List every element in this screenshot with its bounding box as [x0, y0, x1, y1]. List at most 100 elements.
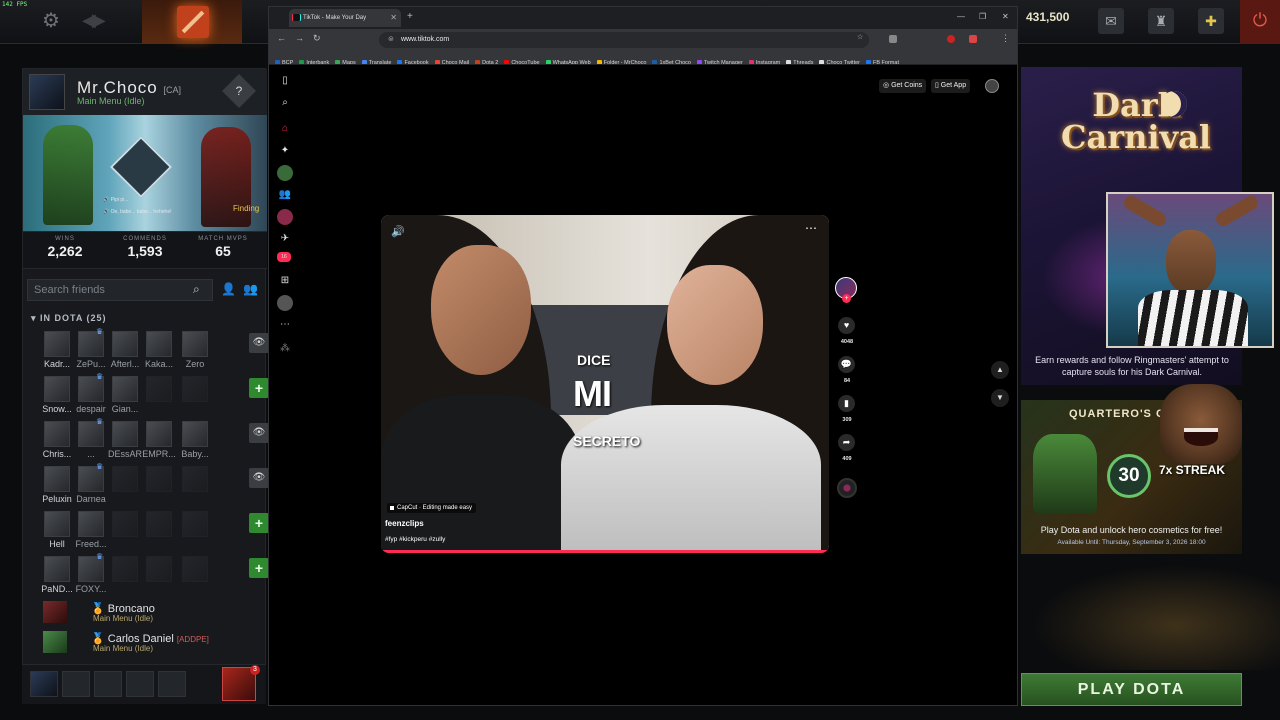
search-icon[interactable]: ⌕	[193, 282, 200, 297]
activity-icon[interactable]: ⁂	[277, 341, 293, 357]
search-icon[interactable]: ⌕	[277, 95, 293, 111]
video-username[interactable]: feenzclips	[385, 519, 424, 528]
extension-adblock-icon[interactable]	[969, 35, 977, 43]
collapse-sidebar-icon[interactable]: ▯	[277, 73, 293, 89]
party-slot-empty[interactable]	[94, 671, 122, 697]
party-slot-empty[interactable]	[158, 671, 186, 697]
friend-tile[interactable]	[139, 556, 179, 584]
next-video-icon[interactable]: ▼	[991, 389, 1009, 407]
more-options-icon[interactable]: ⋯	[805, 221, 817, 235]
bookmark-item[interactable]: Facebook	[397, 56, 429, 64]
spectate-eye-icon[interactable]: 👁	[249, 333, 269, 353]
music-disc-icon[interactable]	[837, 478, 857, 498]
friend-tile[interactable]	[139, 376, 179, 404]
bookmark-item[interactable]: Choco Mail	[434, 56, 469, 64]
upload-icon[interactable]: ⊞	[277, 273, 293, 289]
inbox-badge[interactable]: 16	[277, 252, 291, 262]
hero-banner[interactable]: 🔊 Pipi pi... 🔊 Oe, babe... babe... heheh…	[23, 115, 267, 231]
tab-tiktok[interactable]: TikTok - Make Your Day ✕	[289, 9, 401, 27]
volume-icon[interactable]: 🔊	[391, 225, 405, 238]
extension-record-icon[interactable]	[947, 35, 955, 43]
extension-icon[interactable]	[889, 35, 897, 43]
friend-tile[interactable]	[139, 466, 179, 494]
bookmark-item[interactable]: Maps	[335, 56, 356, 64]
bookmark-item[interactable]: Interbank	[299, 56, 329, 64]
new-tab-icon[interactable]: +	[407, 11, 413, 22]
mail-icon[interactable]: ✉	[1098, 8, 1124, 34]
friend-tile[interactable]	[175, 511, 215, 539]
group-header-in-dota[interactable]: ▾ IN DOTA (25)	[31, 313, 107, 324]
bookmark-item[interactable]: Translate	[361, 56, 391, 64]
avatar[interactable]	[29, 74, 65, 110]
friends-icon[interactable]: 👥	[277, 187, 293, 203]
reload-icon[interactable]: ↻	[313, 33, 321, 44]
voice-line-1[interactable]: 🔊 Pipi pi...	[103, 197, 183, 203]
bookmark-item[interactable]: Instagram	[748, 56, 780, 64]
settings-gear-icon[interactable]: ⚙	[42, 10, 64, 32]
party-slot-empty[interactable]	[126, 671, 154, 697]
user-avatar[interactable]	[985, 79, 999, 93]
friend-tile[interactable]: Zero	[175, 331, 215, 369]
voice-line-2[interactable]: 🔊 Oe, babe... babe... hehehe!	[103, 209, 183, 215]
live-avatar-icon[interactable]	[277, 209, 293, 225]
power-icon[interactable]: ⏻	[1240, 0, 1280, 44]
profile-icon[interactable]	[277, 295, 293, 311]
party-avatar-self[interactable]	[30, 671, 58, 697]
bookmark-icon[interactable]: ▮	[838, 395, 855, 412]
armory-icon[interactable]: ♜	[1148, 8, 1174, 34]
plus-icon[interactable]: ✚	[1198, 8, 1224, 34]
friend-row-carlos-daniel[interactable]: 🏅 Carlos Daniel [ADDPE] Main Menu (Idle)	[43, 631, 253, 655]
video-progress-bar[interactable]	[381, 550, 829, 553]
invite-plus-button[interactable]: +	[249, 558, 269, 578]
get-coins-button[interactable]: ◎ Get Coins	[879, 79, 927, 93]
friend-tile[interactable]	[175, 376, 215, 404]
bookmark-item[interactable]: 1xBet Choco	[652, 56, 691, 64]
bookmark-item[interactable]: Threads	[786, 56, 813, 64]
bookmark-item[interactable]: Folder - MrChoco	[596, 56, 646, 64]
follow-plus-icon[interactable]: +	[842, 294, 851, 303]
back-arrows-icon[interactable]: ◀▶	[82, 10, 106, 31]
get-app-button[interactable]: ▯ Get App	[931, 79, 971, 93]
bookmark-item[interactable]: ChocoTube	[504, 56, 540, 64]
invite-plus-button[interactable]: +	[249, 513, 269, 533]
bookmark-item[interactable]: FB Format	[866, 56, 899, 64]
back-icon[interactable]: ←	[277, 33, 286, 43]
site-info-icon[interactable]: ⊜	[388, 32, 394, 48]
explore-icon[interactable]: ✦	[277, 143, 293, 159]
invite-plus-button[interactable]: +	[249, 378, 269, 398]
bookmark-star-icon[interactable]: ☆	[857, 33, 863, 41]
previous-video-icon[interactable]: ▲	[991, 361, 1009, 379]
search-friends-input[interactable]	[27, 279, 213, 301]
following-avatar-icon[interactable]	[277, 165, 293, 181]
friend-row-broncano[interactable]: 🏅 Broncano Main Menu (Idle)	[43, 601, 253, 625]
comment-icon[interactable]: 💬	[838, 356, 855, 373]
capcut-badge[interactable]: CapCut · Editing made easy	[387, 503, 477, 513]
close-window-icon[interactable]: ✕	[1002, 12, 1009, 21]
bookmark-item[interactable]: BCP	[275, 56, 293, 64]
messages-icon[interactable]: ✈	[277, 231, 293, 247]
maximize-icon[interactable]: ❐	[979, 12, 986, 21]
bookmark-item[interactable]: Choco Twitter	[819, 56, 860, 64]
friend-tile[interactable]	[175, 466, 215, 494]
profile-name[interactable]: Mr.Choco [CA]	[77, 78, 181, 98]
play-dota-button[interactable]: PLAY DOTA	[1021, 673, 1242, 706]
friend-tile[interactable]	[139, 511, 179, 539]
spectate-eye-icon[interactable]: 👁	[249, 423, 269, 443]
friend-tile[interactable]: Kaka...	[139, 331, 179, 369]
friend-tile[interactable]: Baby...	[175, 421, 215, 459]
friends-list-icon[interactable]: 👥	[243, 282, 258, 296]
bookmark-item[interactable]: WhatsApp Web	[545, 56, 591, 64]
like-icon[interactable]: ♥	[838, 317, 855, 334]
video-hashtags[interactable]: #fyp #kickperu #zully	[385, 536, 445, 543]
party-slot-empty[interactable]	[62, 671, 90, 697]
video-player[interactable]: DICE MI SECRETO 🔊 ⋯ CapCut · Editing mad…	[381, 215, 829, 553]
minimize-icon[interactable]: —	[957, 12, 965, 21]
close-tab-icon[interactable]: ✕	[390, 9, 397, 27]
home-icon[interactable]: ⌂	[277, 121, 293, 137]
friend-tile[interactable]	[175, 556, 215, 584]
friend-tile[interactable]: EMPR...	[139, 421, 179, 459]
menu-icon[interactable]: ⋮	[1001, 33, 1010, 44]
url-input[interactable]: ⊜ www.tiktok.com	[379, 32, 869, 48]
rank-medal-icon[interactable]: ?	[222, 74, 256, 108]
more-icon[interactable]: ⋯	[277, 317, 293, 333]
